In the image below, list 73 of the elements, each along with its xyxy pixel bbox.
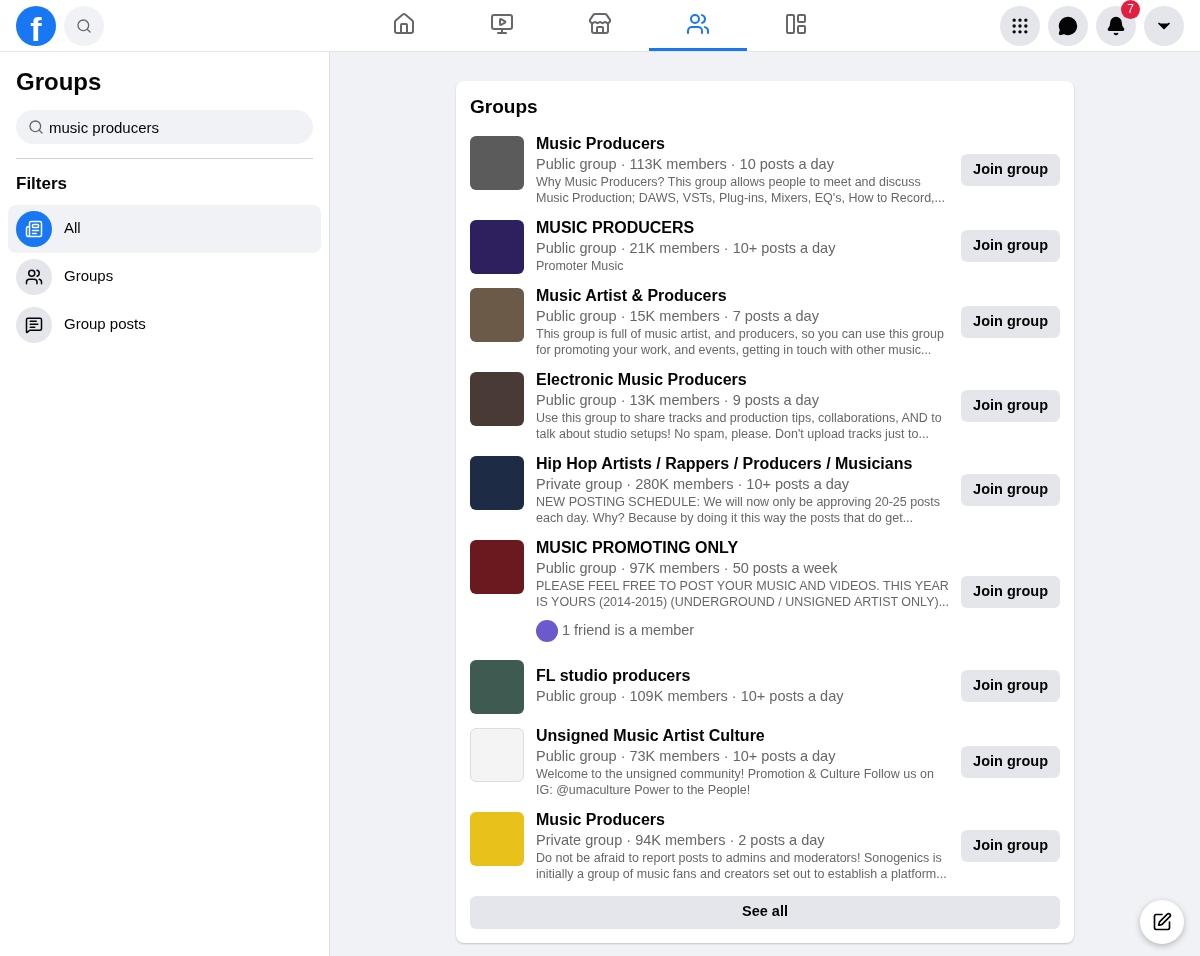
group-name[interactable]: FL studio producers	[536, 665, 950, 686]
group-name[interactable]: MUSIC PRODUCERS	[536, 217, 950, 238]
join-group-button[interactable]: Join group	[961, 575, 1060, 608]
group-meta: Public group · 13K members · 9 posts a day	[536, 390, 820, 410]
search-button[interactable]	[64, 5, 104, 46]
join-group-button[interactable]: Join group	[961, 669, 1060, 702]
speech-bubble-icon	[25, 315, 43, 334]
group-name[interactable]: Music Producers	[536, 133, 950, 154]
group-description: NEW POSTING SCHEDULE: We will now only be approving 20-25 posts each day. Why? Because by doing it this way the posts that do get...	[536, 493, 942, 526]
logo-icon[interactable]: f	[16, 5, 56, 46]
group-name[interactable]: Music Producers	[536, 809, 950, 830]
bell-icon	[1106, 15, 1126, 36]
photo-placeholder[interactable]	[470, 455, 524, 510]
join-group-button[interactable]: Join group	[961, 389, 1060, 422]
group-description: Do not be afraid to report posts to admins and moderators! Sonogenics is initially a group of music fans and creators set out to establish a platform...	[536, 849, 948, 882]
group-description: Why Music Producers? This group allows people to meet and discuss Music Production; DAWS, VSTs, Plug-ins, Mixers, EQ's, How to Record,...	[536, 173, 946, 206]
group-description: This group is full of music artist, and producers, so you can use this group for promoting your work, and events, getting in touch with other music...	[536, 325, 945, 358]
video-icon	[490, 12, 514, 36]
sidebar-title: Groups	[15, 67, 103, 97]
people-icon	[25, 267, 43, 286]
search-icon	[28, 119, 44, 135]
see-all-button[interactable]: See all	[470, 895, 1060, 929]
join-group-button[interactable]: Join group	[961, 829, 1060, 862]
notification-badge: 7	[1121, 0, 1140, 19]
group-meta: Private group · 280K members · 10+ posts a day	[536, 474, 851, 494]
group-meta: Public group · 73K members · 10+ posts a day	[536, 746, 837, 766]
group-name[interactable]: Unsigned Music Artist Culture	[536, 725, 950, 746]
photo-placeholder[interactable]	[470, 287, 524, 342]
group-description: Welcome to the unsigned community! Promotion & Culture Follow us on IG: @umaculture Power to the People!	[536, 765, 935, 798]
compose-icon	[1152, 912, 1172, 932]
store-icon	[588, 12, 612, 36]
photo-placeholder[interactable]	[470, 135, 524, 190]
chat-bubble-icon	[1058, 15, 1078, 36]
avatar-icon	[536, 619, 558, 642]
friends-text: 1 friend is a member	[562, 620, 695, 640]
group-meta: Public group · 21K members · 10+ posts a day	[536, 238, 837, 258]
filter-item[interactable]: Group posts	[8, 300, 321, 349]
panel-icon	[784, 12, 808, 36]
group-meta: Public group · 15K members · 7 posts a day	[536, 306, 820, 326]
photo-placeholder[interactable]	[470, 371, 524, 426]
filter-item[interactable]: All	[8, 204, 321, 253]
results-title: Groups	[470, 95, 539, 119]
photo-placeholder[interactable]	[470, 659, 524, 714]
photo-placeholder[interactable]	[470, 539, 524, 594]
group-description: Use this group to share tracks and production tips, collaborations, AND to talk about studio setups! No spam, please. Don't upload tracks just to...	[536, 409, 943, 442]
group-name[interactable]: Hip Hop Artists / Rappers / Producers / Musicians	[536, 453, 950, 474]
account-button[interactable]	[1144, 5, 1184, 46]
group-name[interactable]: MUSIC PROMOTING ONLY	[536, 537, 950, 558]
group-meta: Public group · 109K members · 10+ posts a day	[536, 686, 845, 706]
photo-placeholder[interactable]	[470, 219, 524, 274]
group-meta: Public group · 113K members · 10 posts a day	[536, 154, 835, 174]
cards-icon	[25, 219, 43, 238]
group-description: PLEASE FEEL FREE TO POST YOUR MUSIC AND VIDEOS. THIS YEAR IS YOURS (2014-2015) (UNDERGROUND / UNSIGNED ARTIST ONLY)...	[536, 577, 950, 610]
join-group-button[interactable]: Join group	[961, 473, 1060, 506]
group-meta: Private group · 94K members · 2 posts a day	[536, 830, 826, 850]
home-icon	[392, 12, 416, 36]
join-group-button[interactable]: Join group	[961, 229, 1060, 262]
compose-button[interactable]	[1140, 900, 1184, 944]
search-field[interactable]: music producers	[16, 110, 313, 144]
group-name[interactable]: Electronic Music Producers	[536, 369, 950, 390]
join-group-button[interactable]: Join group	[961, 745, 1060, 778]
join-group-button[interactable]: Join group	[961, 153, 1060, 186]
filters-title: Filters	[15, 173, 69, 195]
group-name[interactable]: Music Artist & Producers	[536, 285, 950, 306]
group-meta: Public group · 97K members · 50 posts a week	[536, 558, 839, 578]
group-description: Promoter Music	[536, 257, 625, 274]
menu-button[interactable]	[1000, 5, 1040, 46]
people-icon	[686, 12, 710, 36]
join-group-button[interactable]: Join group	[961, 305, 1060, 338]
filter-item[interactable]: Groups	[8, 252, 321, 301]
messenger-button[interactable]	[1048, 5, 1088, 46]
search-icon	[76, 17, 92, 34]
notifications-button[interactable]	[1096, 5, 1136, 46]
